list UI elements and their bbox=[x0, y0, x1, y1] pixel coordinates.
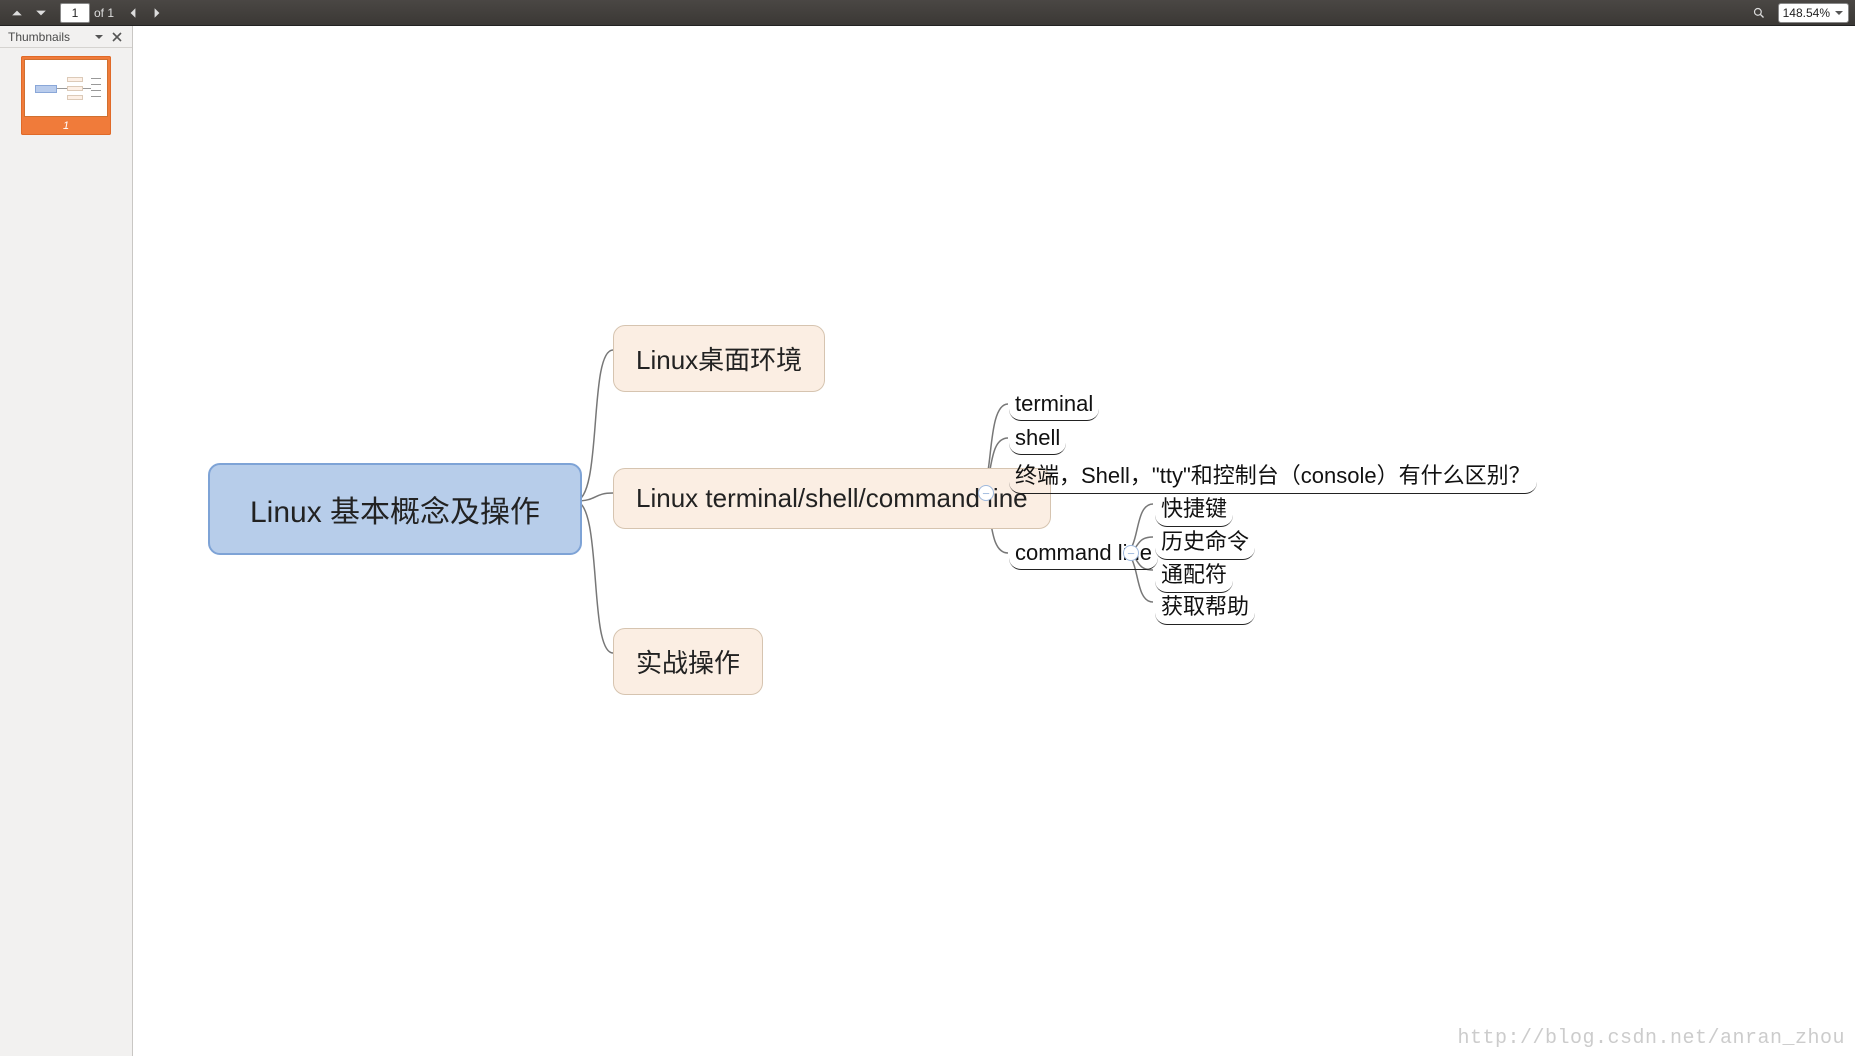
mindmap-child-2-label: Linux terminal/shell/command line bbox=[636, 483, 1028, 514]
mindmap-root-label: Linux 基本概念及操作 bbox=[250, 487, 540, 531]
mindmap-child-3[interactable]: 实战操作 bbox=[613, 628, 763, 695]
mindmap: Linux 基本概念及操作 Linux桌面环境 Linux terminal/s… bbox=[133, 26, 1855, 1056]
thumbnail-number: 1 bbox=[63, 120, 69, 132]
thumbnails-header-label: Thumbnails bbox=[8, 30, 88, 44]
zoom-dropdown[interactable]: 148.54% bbox=[1778, 3, 1849, 23]
mindmap-leaf-diff-question[interactable]: 终端，Shell，"tty"和控制台（console）有什么区别？ bbox=[1009, 455, 1537, 494]
prev-page-button[interactable] bbox=[122, 3, 144, 23]
thumbnail-preview bbox=[24, 59, 108, 117]
leaf-label: 获取帮助 bbox=[1161, 589, 1249, 621]
mindmap-leaf-help[interactable]: 获取帮助 bbox=[1155, 586, 1255, 625]
mindmap-child-3-label: 实战操作 bbox=[636, 643, 740, 680]
collapse-toggle-child-2[interactable]: − bbox=[978, 485, 994, 501]
thumbnails-close-button[interactable] bbox=[110, 30, 124, 44]
thumbnails-sidebar: Thumbnails 1 bbox=[0, 26, 133, 1056]
leaf-label: 历史命令 bbox=[1161, 524, 1249, 556]
toolbar-left: of 1 bbox=[6, 3, 170, 23]
leaf-label: terminal bbox=[1015, 391, 1093, 417]
toolbar: of 1 148.54% bbox=[0, 0, 1855, 26]
search-button[interactable] bbox=[1748, 3, 1770, 23]
content-area: Thumbnails 1 bbox=[0, 26, 1855, 1056]
mindmap-child-1[interactable]: Linux桌面环境 bbox=[613, 325, 825, 392]
next-page-button[interactable] bbox=[146, 3, 168, 23]
mindmap-leaf-shell[interactable]: shell bbox=[1009, 422, 1066, 455]
leaf-label: 通配符 bbox=[1161, 557, 1227, 589]
mindmap-child-1-label: Linux桌面环境 bbox=[636, 340, 802, 377]
page-number-input[interactable] bbox=[60, 3, 90, 23]
zoom-value: 148.54% bbox=[1783, 6, 1830, 20]
thumbnail-item[interactable]: 1 bbox=[21, 56, 111, 135]
mindmap-root[interactable]: Linux 基本概念及操作 bbox=[208, 463, 582, 555]
collapse-toggle-commandline[interactable]: − bbox=[1123, 545, 1139, 561]
page-up-button[interactable] bbox=[6, 3, 28, 23]
page-down-button[interactable] bbox=[30, 3, 52, 23]
watermark: http://blog.csdn.net/anran_zhou bbox=[1457, 1027, 1845, 1050]
leaf-label: shell bbox=[1015, 425, 1060, 451]
thumbnail-list: 1 bbox=[0, 48, 132, 143]
thumbnails-header: Thumbnails bbox=[0, 26, 132, 48]
mindmap-leaf-terminal[interactable]: terminal bbox=[1009, 388, 1099, 421]
thumbnails-menu-dropdown[interactable] bbox=[92, 30, 106, 44]
leaf-label: 终端，Shell，"tty"和控制台（console）有什么区别？ bbox=[1015, 458, 1531, 490]
page-total-label: of 1 bbox=[94, 6, 114, 20]
document-canvas[interactable]: Linux 基本概念及操作 Linux桌面环境 Linux terminal/s… bbox=[133, 26, 1855, 1056]
leaf-label: 快捷键 bbox=[1161, 491, 1227, 523]
